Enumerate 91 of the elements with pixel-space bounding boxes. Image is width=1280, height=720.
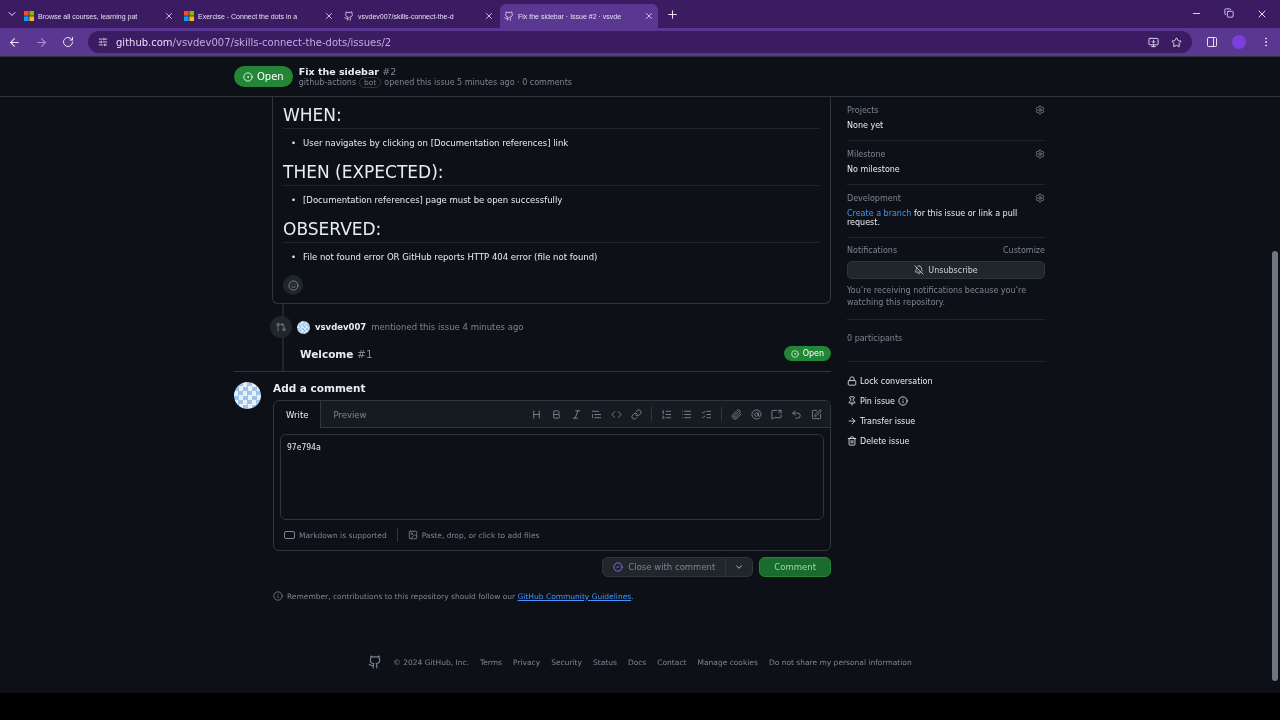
github-logo-icon	[504, 11, 514, 21]
bullet-list-icon[interactable]	[681, 408, 692, 420]
editor-tab[interactable]: Write	[274, 401, 322, 429]
sidebar-action[interactable]: Pin issue	[847, 396, 1045, 406]
windows-logo-icon	[184, 11, 194, 21]
notification-note: You’re receiving notifications because you’re watching this repository.	[847, 285, 1028, 309]
user-name[interactable]: vsvdev007	[315, 322, 367, 333]
issue-open-icon	[790, 349, 799, 358]
bullet: •	[291, 250, 296, 264]
list-item: [Documentation references] page must be open successfully	[303, 193, 563, 207]
new-tab-icon[interactable]	[666, 7, 679, 21]
settings-icon[interactable]	[1035, 193, 1045, 203]
author-name[interactable]: github-actions	[298, 77, 357, 87]
sidebar-value: No milestone	[847, 165, 901, 174]
event-text: mentioned this issue 4 minutes ago	[371, 322, 524, 333]
trash-icon	[847, 436, 857, 446]
close-icon[interactable]	[644, 11, 654, 21]
close-icon[interactable]	[164, 11, 174, 21]
quote-icon[interactable]	[591, 408, 602, 420]
issue-state-badge: Open	[234, 66, 293, 87]
lock-icon	[847, 376, 857, 386]
smiley-icon	[287, 279, 299, 291]
unsubscribe-button[interactable]: Unsubscribe	[847, 261, 1045, 279]
bookmark-star-icon[interactable]	[1171, 36, 1182, 48]
section-heading: THEN (EXPECTED):	[283, 161, 820, 186]
task-list-icon[interactable]	[701, 408, 712, 420]
back-icon[interactable]	[8, 35, 21, 49]
comment-heading: Add a comment	[273, 382, 367, 395]
settings-icon[interactable]	[1035, 105, 1045, 115]
sidebar-label: Milestone	[847, 149, 886, 159]
sidebar-action[interactable]: Lock conversation	[847, 376, 1045, 386]
sidebar-value: None yet	[847, 121, 885, 130]
reload-icon[interactable]	[62, 36, 74, 48]
issue-meta: opened this issue 5 minutes ago · 0 comments	[384, 77, 572, 87]
bullet: •	[291, 193, 296, 207]
bell-off-icon	[914, 265, 925, 275]
close-icon[interactable]	[1256, 8, 1268, 20]
scrollbar-thumb[interactable]	[1272, 251, 1278, 681]
arrow-icon	[847, 416, 857, 426]
forward-icon[interactable]	[35, 35, 48, 49]
restore-icon[interactable]	[1224, 8, 1234, 18]
issue-open-icon	[243, 71, 253, 82]
attach-icon[interactable]	[731, 408, 742, 420]
customize-link[interactable]: Customize	[1003, 246, 1045, 255]
section-heading: WHEN:	[283, 105, 820, 129]
list-item: File not found error OR GitHub reports HTTP 404 error (file not found)	[303, 250, 598, 264]
user-avatar	[234, 382, 261, 410]
section-heading: OBSERVED:	[283, 218, 820, 243]
close-icon[interactable]	[324, 11, 334, 21]
sidebar-label: Development	[847, 193, 901, 203]
close-with-comment-button[interactable]: Close with comment	[602, 557, 727, 578]
user-avatar	[297, 320, 310, 334]
pin-icon	[847, 396, 857, 406]
comment-field[interactable]: 97e794a	[280, 434, 824, 521]
address-bar[interactable]: github.com/vsvdev007/skills-connect-the-dots/issues/2	[88, 31, 1192, 53]
create-branch-link[interactable]: Create a branch	[847, 209, 912, 218]
install-icon[interactable]	[1148, 36, 1159, 48]
github-logo-icon	[344, 11, 354, 21]
comment-button[interactable]: Comment	[759, 557, 831, 578]
sidebar-action[interactable]: Delete issue	[847, 436, 1045, 446]
settings-icon[interactable]	[1035, 149, 1045, 159]
italic-icon[interactable]	[571, 408, 582, 420]
sidebar-label: Projects	[847, 105, 879, 115]
bullet: •	[291, 137, 296, 150]
image-icon	[407, 530, 418, 541]
heading-icon[interactable]	[531, 408, 542, 420]
check-circle-icon	[613, 562, 624, 573]
reply-icon[interactable]	[791, 408, 802, 420]
windows-logo-icon	[24, 11, 34, 21]
info-icon	[273, 591, 283, 602]
editor-tab[interactable]: Preview	[321, 401, 379, 429]
site-settings-icon[interactable]	[98, 37, 108, 47]
link-icon[interactable]	[631, 408, 642, 420]
referenced-issue-link[interactable]: Welcome #1	[300, 347, 373, 360]
github-logo-icon[interactable]	[368, 655, 383, 669]
issue-title: Fix the sidebar #2	[298, 65, 398, 77]
participants-count: 0 participants	[847, 334, 904, 343]
code-icon[interactable]	[611, 408, 622, 420]
development-text: Create a branch for this issue or link a pull request.	[847, 209, 1019, 227]
cross-reference-icon	[276, 322, 286, 333]
numbered-list-icon[interactable]	[661, 408, 672, 420]
side-panel-icon[interactable]	[1206, 36, 1218, 48]
issue-state-badge: Open	[783, 346, 831, 362]
bold-icon[interactable]	[551, 408, 562, 420]
info-icon	[898, 396, 909, 406]
emoji-reaction-button[interactable]	[283, 275, 303, 296]
mention-icon[interactable]	[751, 408, 762, 420]
close-icon[interactable]	[484, 11, 494, 21]
sidebar-label: Notifications	[847, 246, 898, 255]
list-item: User navigates by clicking on [Documentation references] link	[303, 137, 569, 150]
sidebar-action[interactable]: Transfer issue	[847, 416, 1045, 426]
